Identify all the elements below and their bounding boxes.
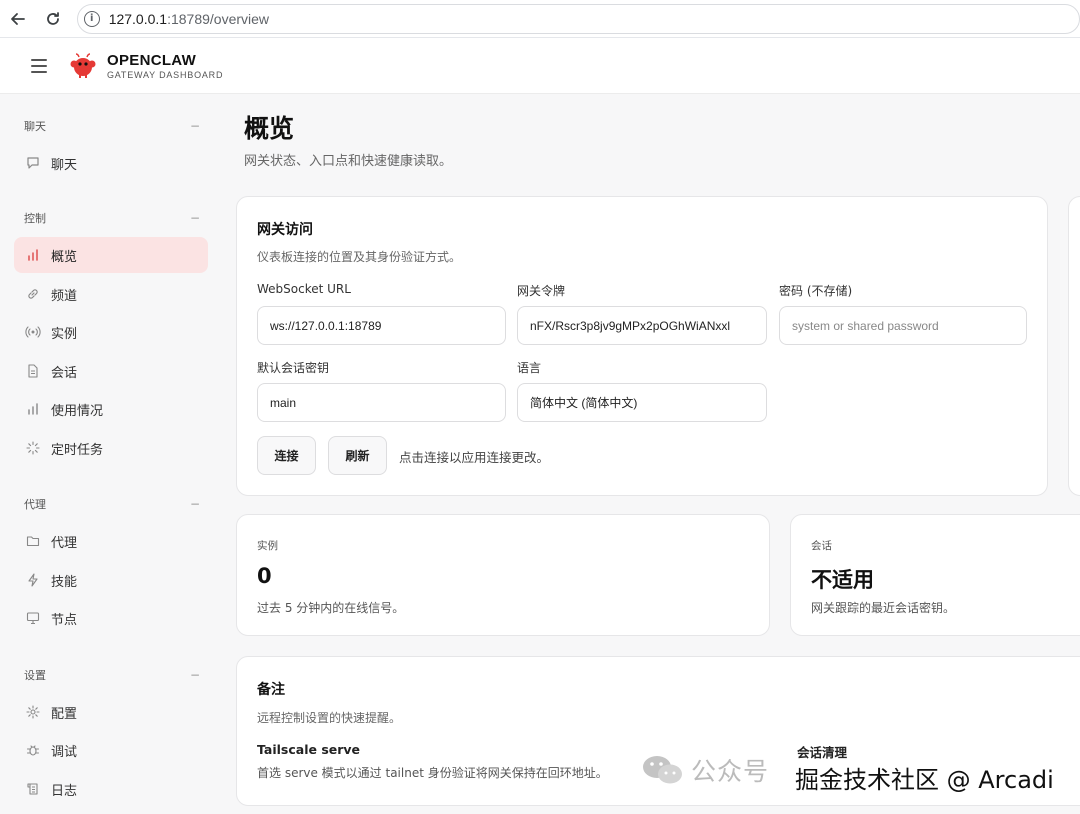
sidebar-item-label: 使用情况: [51, 403, 104, 419]
language-select[interactable]: 简体中文 (简体中文): [517, 383, 767, 422]
sidebar-item-label: 聊天: [51, 157, 78, 173]
sidebar-item-label: 频道: [51, 288, 78, 304]
sidebar-group-control[interactable]: 控制 −: [24, 210, 200, 226]
sidebar-item-agents[interactable]: 代理: [14, 523, 208, 559]
sidebar-item-label: 代理: [51, 535, 78, 551]
sidebar-item-label: 定时任务: [51, 442, 104, 458]
session-key-label: 默认会话密钥: [257, 361, 330, 375]
card-description: 仪表板连接的位置及其身份验证方式。: [257, 250, 462, 264]
sidebar-item-label: 实例: [51, 326, 78, 342]
sessions-card: 会话 不适用 网关跟踪的最近会话密钥。: [790, 514, 1080, 636]
stat-description: 网关跟踪的最近会话密钥。: [811, 601, 956, 615]
sidebar-item-config[interactable]: 配置: [14, 694, 208, 730]
lobster-logo-icon: [70, 52, 96, 78]
sidebar-item-usage[interactable]: 使用情况: [14, 391, 208, 427]
url-text: 127.0.0.1:18789/overview: [108, 10, 270, 27]
sidebar-item-label: 会话: [51, 365, 78, 381]
gateway-token-input[interactable]: nFX/Rscr3p8jv9gMPx2pOGhWiANxxl: [517, 306, 767, 345]
gateway-access-card: 网关访问 仪表板连接的位置及其身份验证方式。 WebSocket URL ws:…: [236, 196, 1048, 496]
sidebar-item-label: 节点: [51, 612, 78, 628]
page-subtitle: 网关状态、入口点和快速健康读取。: [244, 154, 453, 169]
info-icon[interactable]: i: [83, 10, 100, 27]
browser-toolbar: i 127.0.0.1:18789/overview: [0, 0, 1080, 38]
websocket-url-label: WebSocket URL: [257, 282, 351, 296]
refresh-button[interactable]: 刷新: [328, 436, 387, 475]
address-bar[interactable]: i 127.0.0.1:18789/overview: [76, 3, 1080, 34]
radio-icon: [25, 324, 41, 340]
bar-chart-icon: [25, 247, 41, 263]
wechat-watermark-text: 公众号: [691, 757, 770, 786]
sidebar-item-overview[interactable]: 概览: [14, 237, 208, 273]
sidebar-item-label: 配置: [51, 706, 78, 722]
password-label: 密码 (不存储): [779, 284, 853, 298]
note-title: 会话清理: [797, 745, 848, 760]
wechat-watermark: 公众号: [641, 752, 769, 788]
folder-icon: [25, 533, 41, 549]
message-icon: [25, 155, 41, 171]
sidebar-item-label: 概览: [51, 249, 78, 265]
lightning-icon: [25, 572, 41, 588]
sidebar-group-chat[interactable]: 聊天 −: [24, 118, 200, 134]
side-card: [1068, 196, 1080, 496]
brand: OPENCLAW GATEWAY DASHBOARD: [107, 52, 223, 80]
sidebar-item-skills[interactable]: 技能: [14, 562, 208, 598]
sidebar-item-sessions[interactable]: 会话: [14, 353, 208, 389]
reload-icon[interactable]: [41, 7, 65, 31]
monitor-icon: [25, 610, 41, 626]
connect-button[interactable]: 连接: [257, 436, 316, 475]
sidebar-item-cron[interactable]: 定时任务: [14, 430, 208, 466]
sidebar: 聊天 − 聊天 控制 − 概览 频道 实例 会话 使用情况 定时任务 代理 − 代理 …: [0, 94, 222, 814]
menu-icon[interactable]: [31, 58, 47, 73]
instances-card: 实例 0 过去 5 分钟内的在线信号。: [236, 514, 770, 636]
app-header: OPENCLAW GATEWAY DASHBOARD: [0, 38, 1080, 94]
card-title: 备注: [257, 682, 285, 698]
websocket-url-input[interactable]: ws://127.0.0.1:18789: [257, 306, 506, 345]
stat-label: 实例: [257, 540, 278, 552]
sidebar-item-debug[interactable]: 调试: [14, 732, 208, 768]
card-title: 网关访问: [257, 222, 313, 238]
main-content: 概览 网关状态、入口点和快速健康读取。 网关访问 仪表板连接的位置及其身份验证方…: [222, 94, 1080, 814]
stat-description: 过去 5 分钟内的在线信号。: [257, 601, 405, 615]
loader-icon: [25, 440, 41, 456]
sidebar-item-instances[interactable]: 实例: [14, 314, 208, 350]
gear-icon: [25, 704, 41, 720]
sidebar-item-channels[interactable]: 频道: [14, 276, 208, 312]
password-input[interactable]: system or shared password: [779, 306, 1027, 345]
note-text: 首选 serve 模式以通过 tailnet 身份验证将网关保持在回环地址。: [257, 766, 608, 780]
gateway-token-label: 网关令牌: [517, 284, 566, 298]
juejin-watermark: 掘金技术社区 @ Arcadi: [795, 766, 1054, 794]
scroll-icon: [25, 781, 41, 797]
stat-value: 0: [257, 564, 272, 588]
page-title: 概览: [244, 114, 295, 143]
connect-hint: 点击连接以应用连接更改。: [399, 450, 550, 465]
language-label: 语言: [517, 361, 542, 375]
brand-subtitle: GATEWAY DASHBOARD: [107, 69, 224, 80]
wechat-icon: [643, 756, 682, 784]
card-description: 远程控制设置的快速提醒。: [257, 711, 402, 725]
sidebar-item-label: 调试: [51, 744, 78, 760]
sidebar-item-nodes[interactable]: 节点: [14, 600, 208, 636]
bar-chart-icon: [25, 401, 41, 417]
session-key-input[interactable]: main: [257, 383, 506, 422]
sidebar-item-label: 日志: [51, 783, 78, 799]
back-arrow-icon[interactable]: [6, 7, 30, 31]
sidebar-group-settings[interactable]: 设置 −: [24, 667, 200, 683]
sidebar-item-chat[interactable]: 聊天: [14, 145, 208, 181]
bug-icon: [25, 742, 41, 758]
note-title: Tailscale serve: [257, 742, 361, 757]
brand-title: OPENCLAW: [107, 51, 197, 69]
document-icon: [25, 363, 41, 379]
stat-label: 会话: [811, 540, 832, 552]
sidebar-group-agents[interactable]: 代理 −: [24, 496, 200, 512]
link-icon: [25, 286, 41, 302]
sidebar-item-label: 技能: [51, 574, 78, 590]
stat-value: 不适用: [811, 568, 874, 592]
sidebar-item-logs[interactable]: 日志: [14, 771, 208, 807]
